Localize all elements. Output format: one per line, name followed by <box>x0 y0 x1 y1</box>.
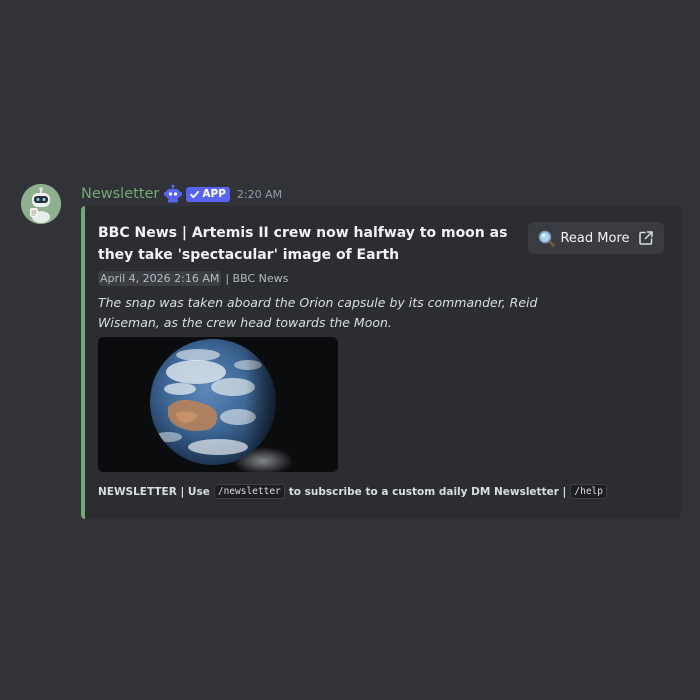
embed-image[interactable] <box>98 337 338 472</box>
checkmark-icon <box>189 189 200 200</box>
embed-title[interactable]: BBC News | Artemis II crew now halfway t… <box>98 222 518 266</box>
embed-footer: NEWSLETTER | Use /newsletter to subscrib… <box>98 484 611 499</box>
read-more-label: Read More <box>560 230 630 246</box>
embed-date: April 4, 2026 2:16 AM <box>98 271 222 286</box>
embed-source: | BBC News <box>225 272 289 285</box>
magnifying-glass-icon <box>538 230 556 247</box>
message-header: Newsletter APP 2:20 AM <box>81 184 282 204</box>
earth-photo <box>98 337 338 472</box>
robot-mascot-icon <box>21 184 61 224</box>
footer-middle: to subscribe to a custom daily DM Newsle… <box>288 485 567 498</box>
author-name[interactable]: Newsletter <box>81 186 159 202</box>
bot-face-icon <box>163 184 183 204</box>
message-timestamp: 2:20 AM <box>236 187 283 201</box>
footer-prefix: NEWSLETTER | Use <box>98 485 210 498</box>
external-link-icon <box>638 230 654 246</box>
embed-description: The snap was taken aboard the Orion caps… <box>98 295 538 330</box>
app-badge-label: APP <box>202 188 226 200</box>
newsletter-command[interactable]: /newsletter <box>213 484 285 499</box>
read-more-button[interactable]: Read More <box>528 222 664 254</box>
embed-meta: April 4, 2026 2:16 AM | BBC News <box>98 271 288 286</box>
link-embed: BBC News | Artemis II crew now halfway t… <box>81 206 681 519</box>
app-badge: APP <box>186 186 230 202</box>
help-command[interactable]: /help <box>570 484 607 499</box>
avatar[interactable] <box>21 184 61 224</box>
